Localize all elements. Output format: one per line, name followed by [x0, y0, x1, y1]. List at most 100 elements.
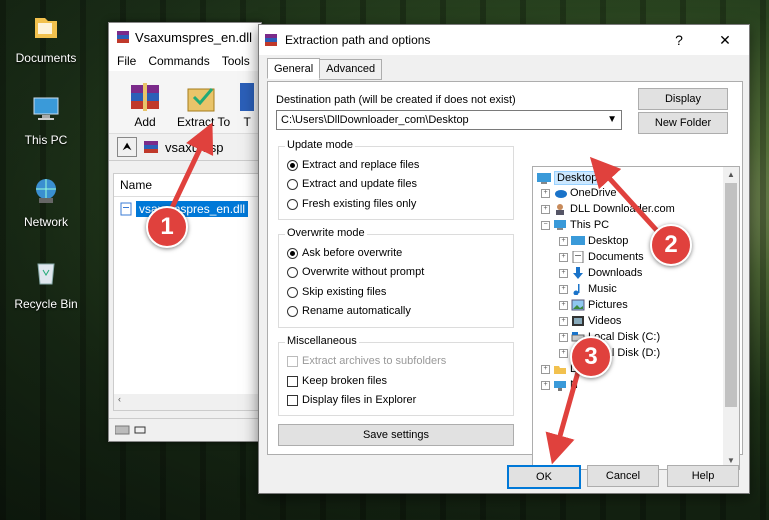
up-folder-button[interactable]: ⮝: [117, 137, 137, 157]
radio-fresh-existing[interactable]: Fresh existing files only: [287, 198, 416, 210]
tree-item-documents[interactable]: + Documents: [559, 251, 644, 263]
menu-file[interactable]: File: [117, 54, 136, 68]
tree-item-network[interactable]: + N: [541, 379, 578, 391]
radio-indicator: [287, 178, 298, 190]
horizontal-scrollbar[interactable]: ‹: [114, 394, 260, 410]
expand-icon[interactable]: +: [559, 284, 568, 294]
menu-commands[interactable]: Commands: [148, 54, 209, 68]
tree-vertical-scrollbar[interactable]: ▲ ▼: [723, 167, 739, 469]
tree-item-videos[interactable]: + Videos: [559, 315, 621, 327]
step-badge-2: 2: [650, 224, 692, 266]
close-button[interactable]: ✕: [705, 25, 745, 55]
help-question-button[interactable]: ?: [659, 25, 699, 55]
ok-button[interactable]: OK: [507, 465, 581, 489]
update-mode-title: Update mode: [285, 139, 356, 151]
chevron-down-icon[interactable]: ▼: [607, 114, 617, 125]
test-label: T: [243, 115, 251, 129]
extract-to-button[interactable]: Extract To: [177, 79, 230, 133]
pictures-icon: [571, 299, 585, 311]
file-list: Name vsaxumspres_en.dll ‹: [113, 173, 261, 411]
list-item[interactable]: vsaxumspres_en.dll: [120, 201, 260, 217]
expand-icon[interactable]: +: [541, 188, 550, 198]
miscellaneous-title: Miscellaneous: [285, 335, 359, 347]
expand-icon[interactable]: +: [559, 332, 568, 342]
expand-icon[interactable]: +: [559, 348, 568, 358]
radio-extract-update[interactable]: Extract and update files: [287, 178, 417, 190]
tree-label: Music: [588, 283, 617, 295]
archive-icon: [144, 141, 158, 153]
winrar-dialog-icon: [265, 34, 277, 46]
expand-icon[interactable]: +: [541, 380, 550, 390]
path-text: vsaxumsp: [165, 139, 224, 155]
radio-rename-automatically[interactable]: Rename automatically: [287, 305, 411, 317]
expand-icon[interactable]: +: [559, 236, 568, 246]
add-button[interactable]: Add: [123, 79, 167, 133]
radio-indicator: [287, 198, 298, 210]
tree-label: Videos: [588, 315, 622, 327]
library-folder-icon: [554, 366, 566, 374]
destination-path-input[interactable]: C:\Users\DllDownloader_com\Desktop ▼: [276, 110, 622, 130]
expand-icon[interactable]: +: [541, 364, 550, 374]
tree-item-downloads[interactable]: + Downloads: [559, 267, 642, 279]
checkbox-indicator: [287, 375, 298, 387]
cancel-button[interactable]: Cancel: [587, 465, 659, 487]
tree-item-desktop-root[interactable]: Desktop: [537, 171, 601, 185]
tree-item-onedrive[interactable]: + OneDrive: [541, 187, 616, 199]
winrar-toolbar: Add Extract To T: [109, 71, 261, 134]
desktop-icon-recycle-bin[interactable]: Recycle Bin: [6, 256, 86, 311]
test-icon: [240, 83, 255, 111]
expand-icon[interactable]: +: [559, 268, 568, 278]
tree-label: Desktop: [588, 235, 629, 247]
winrar-menubar: File Commands Tools: [109, 51, 261, 71]
tree-item-this-pc[interactable]: − This PC: [541, 219, 609, 231]
winrar-title: Vsaxumspres_en.dll: [135, 29, 253, 45]
expand-icon[interactable]: +: [559, 316, 568, 326]
tree-item-music[interactable]: + Music: [559, 283, 617, 295]
scroll-up-arrow-icon[interactable]: ▲: [723, 167, 739, 183]
checkbox-keep-broken-files[interactable]: Keep broken files: [287, 375, 387, 387]
option-label: Skip existing files: [302, 286, 387, 298]
add-archive-icon: [131, 83, 159, 111]
winrar-titlebar[interactable]: Vsaxumspres_en.dll: [109, 23, 261, 51]
menu-tools[interactable]: Tools: [222, 54, 250, 68]
tab-general[interactable]: General: [267, 58, 321, 79]
expand-icon[interactable]: +: [541, 204, 550, 214]
documents-icon: [572, 251, 584, 263]
save-settings-button[interactable]: Save settings: [278, 424, 514, 446]
tree-label: Documents: [588, 251, 644, 263]
tab-advanced[interactable]: Advanced: [319, 59, 383, 80]
scroll-thumb[interactable]: [725, 183, 737, 407]
dialog-titlebar[interactable]: Extraction path and options ? ✕: [259, 25, 749, 55]
tree-item-user[interactable]: + DLL Downloader.com: [541, 203, 675, 215]
miscellaneous-group: Miscellaneous Extract archives to subfol…: [278, 335, 514, 416]
desktop-icon-label: This PC: [24, 133, 68, 147]
step-badge-1: 1: [146, 206, 188, 248]
display-button[interactable]: Display: [638, 88, 728, 110]
desktop-icon-label: Documents: [15, 51, 77, 65]
recycle-bin-icon: [37, 263, 55, 285]
desktop-icon-documents[interactable]: Documents: [6, 10, 86, 65]
radio-ask-before-overwrite[interactable]: Ask before overwrite: [287, 247, 402, 259]
radio-overwrite-without-prompt[interactable]: Overwrite without prompt: [287, 266, 424, 278]
expand-icon[interactable]: +: [559, 300, 568, 310]
folder-icon: [35, 18, 57, 38]
tree-item-local-disk-c[interactable]: + Local Disk (C:): [559, 331, 660, 343]
expand-icon[interactable]: +: [559, 252, 568, 262]
tree-label: N: [570, 379, 578, 391]
radio-skip-existing[interactable]: Skip existing files: [287, 286, 386, 298]
tree-item-pictures[interactable]: + Pictures: [559, 299, 628, 311]
folder-tree: Desktop + OneDrive + DLL Downloader.com …: [532, 166, 740, 470]
download-arrow-icon: [573, 267, 583, 279]
desktop-icon-network[interactable]: Network: [6, 174, 86, 229]
tree-label: This PC: [570, 219, 610, 231]
collapse-icon[interactable]: −: [541, 220, 550, 230]
checkbox-display-in-explorer[interactable]: Display files in Explorer: [287, 394, 416, 406]
help-button[interactable]: Help: [667, 465, 739, 487]
desktop-icon-this-pc[interactable]: This PC: [6, 92, 86, 147]
column-header-name[interactable]: Name: [114, 174, 260, 197]
radio-extract-replace[interactable]: Extract and replace files: [287, 159, 419, 171]
new-folder-button[interactable]: New Folder: [638, 112, 728, 134]
tree-item-desktop[interactable]: + Desktop: [559, 235, 628, 247]
checkbox-indicator: [287, 355, 298, 367]
test-button[interactable]: T: [240, 79, 255, 133]
